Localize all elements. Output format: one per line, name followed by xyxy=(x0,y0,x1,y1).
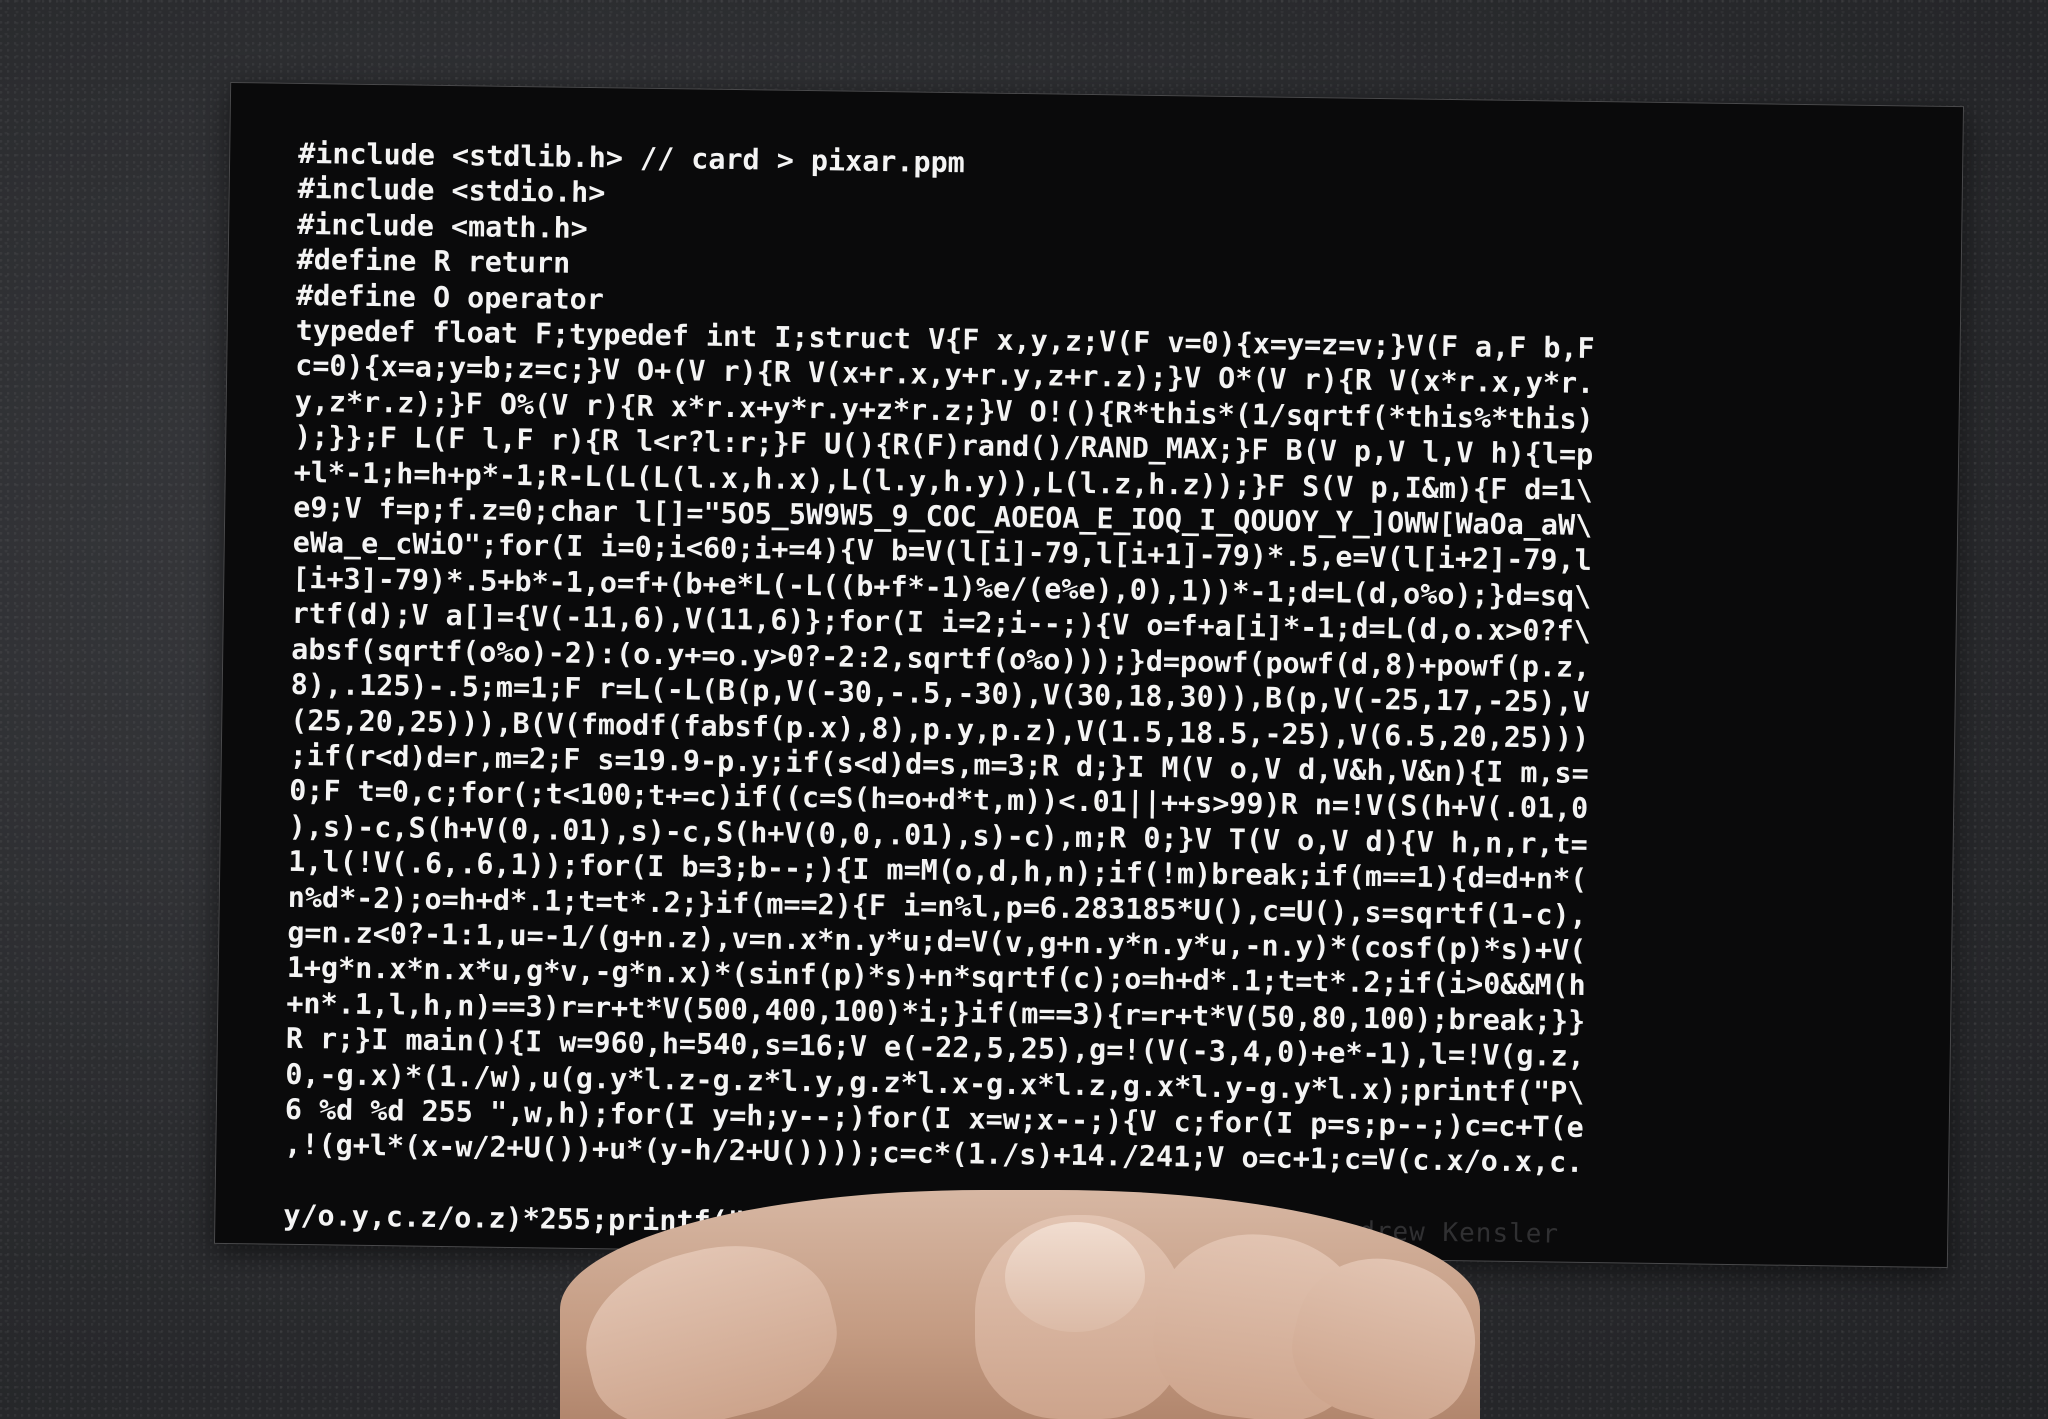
thumb-nail xyxy=(1005,1222,1145,1332)
code-line: #include <math.h> xyxy=(296,207,588,245)
code-line: #define R return xyxy=(296,243,571,280)
card-code: #include <stdlib.h> // card > pixar.ppm … xyxy=(283,136,1597,1254)
code-line: #include <stdio.h> xyxy=(297,172,606,210)
code-line: #define O operator xyxy=(295,278,605,316)
business-card: #include <stdlib.h> // card > pixar.ppm … xyxy=(213,81,1965,1269)
